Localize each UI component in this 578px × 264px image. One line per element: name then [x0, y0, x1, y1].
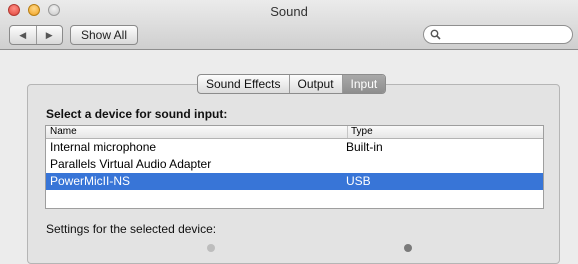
window-title: Sound: [270, 4, 308, 19]
settings-label: Settings for the selected device:: [46, 222, 217, 236]
input-volume-slider-knob[interactable]: [207, 244, 215, 252]
device-type: USB: [346, 174, 371, 188]
column-header-name[interactable]: Name: [50, 126, 77, 138]
search-field[interactable]: [423, 25, 573, 44]
search-icon: [430, 29, 441, 40]
table-row[interactable]: Internal microphone Built-in: [46, 139, 543, 156]
window-titlebar: Sound ◀ ▶ Show All: [0, 0, 578, 50]
table-row[interactable]: PowerMicII-NS USB: [46, 173, 543, 190]
search-input[interactable]: [444, 27, 568, 44]
forward-button[interactable]: ▶: [35, 26, 63, 44]
table-row[interactable]: Parallels Virtual Audio Adapter: [46, 156, 543, 173]
device-name: Internal microphone: [50, 140, 157, 154]
show-all-button[interactable]: Show All: [70, 25, 138, 45]
table-header: Name Type: [46, 126, 543, 139]
device-name: Parallels Virtual Audio Adapter: [50, 157, 212, 171]
device-table[interactable]: Name Type Internal microphone Built-in P…: [45, 125, 544, 209]
tab-bar: Sound Effects Output Input: [197, 74, 387, 94]
tab-sound-effects[interactable]: Sound Effects: [198, 75, 288, 93]
back-button[interactable]: ◀: [10, 26, 36, 44]
tab-input[interactable]: Input: [341, 75, 386, 93]
tab-output[interactable]: Output: [288, 75, 342, 93]
device-name: PowerMicII-NS: [50, 174, 131, 188]
back-forward-control: ◀ ▶: [9, 25, 63, 45]
column-header-type[interactable]: Type: [347, 126, 373, 138]
input-device-heading: Select a device for sound input:: [46, 107, 228, 121]
device-type: Built-in: [346, 140, 383, 154]
input-level-slider-knob[interactable]: [404, 244, 412, 252]
